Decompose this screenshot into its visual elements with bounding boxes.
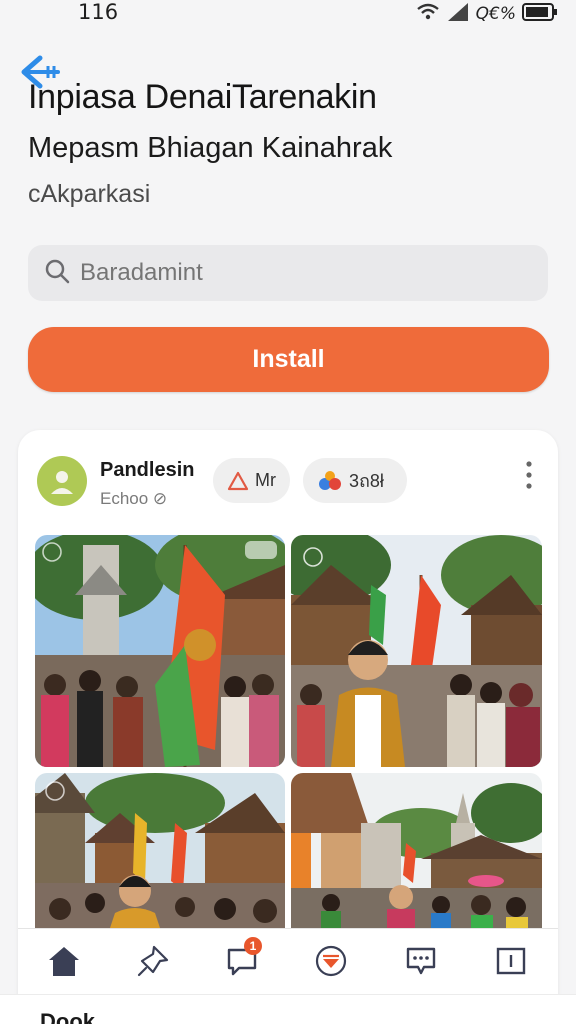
search-bar[interactable] <box>28 245 548 301</box>
warning-icon <box>227 471 249 490</box>
chip-label: 3ถ8ł <box>349 471 384 491</box>
festival-crowd-photo[interactable] <box>291 535 542 767</box>
wifi-icon <box>416 3 440 25</box>
user-icon <box>51 471 73 494</box>
author-meta: Echoo ⊘ <box>100 489 168 508</box>
nav-media[interactable] <box>309 939 353 983</box>
bottom-sheet-title: Dook <box>40 1009 95 1024</box>
app-developer[interactable]: cAkparkasi <box>28 180 150 209</box>
nav-messages[interactable] <box>399 939 443 983</box>
message-icon <box>406 947 436 975</box>
app-subtitle: Mepasm Bhiagan Kainahrak <box>28 132 393 164</box>
chip-label: Mr <box>255 470 276 490</box>
more-options-button[interactable] <box>518 456 540 496</box>
signal-icon <box>446 2 470 26</box>
multicolor-dots-icon <box>319 470 341 490</box>
bottom-sheet-peek[interactable]: Dook <box>0 994 576 1024</box>
media-icon <box>315 945 347 977</box>
notification-badge: 1 <box>244 937 262 955</box>
install-button[interactable]: Install <box>28 327 549 392</box>
author-name[interactable]: Pandlesin <box>100 459 194 482</box>
square-icon <box>496 947 526 975</box>
nav-square[interactable] <box>489 939 533 983</box>
nav-home[interactable] <box>42 939 86 983</box>
bottom-nav: 1 <box>18 928 558 992</box>
festival-temple-photo[interactable] <box>291 773 542 943</box>
home-icon <box>49 947 79 976</box>
battery-icon <box>522 2 558 26</box>
battery-percent: Q€% <box>475 4 516 24</box>
festival-flag-photo[interactable] <box>35 535 285 767</box>
avatar[interactable] <box>37 456 87 506</box>
chip-mr[interactable]: Mr <box>213 458 290 503</box>
pin-icon <box>137 945 169 977</box>
more-vertical-icon <box>526 461 532 489</box>
chip-group[interactable]: 3ถ8ł <box>303 458 407 503</box>
status-bar: 116 Q€% <box>0 0 576 26</box>
festival-street-photo[interactable] <box>35 773 285 943</box>
nav-pin[interactable] <box>131 939 175 983</box>
status-icons: Q€% <box>416 2 558 26</box>
search-icon <box>44 258 70 289</box>
status-time: 116 <box>78 0 119 24</box>
app-title: Inpiasa DenaiTarenakin <box>28 78 377 116</box>
nav-chat[interactable]: 1 <box>220 937 264 983</box>
search-input[interactable] <box>80 259 480 287</box>
